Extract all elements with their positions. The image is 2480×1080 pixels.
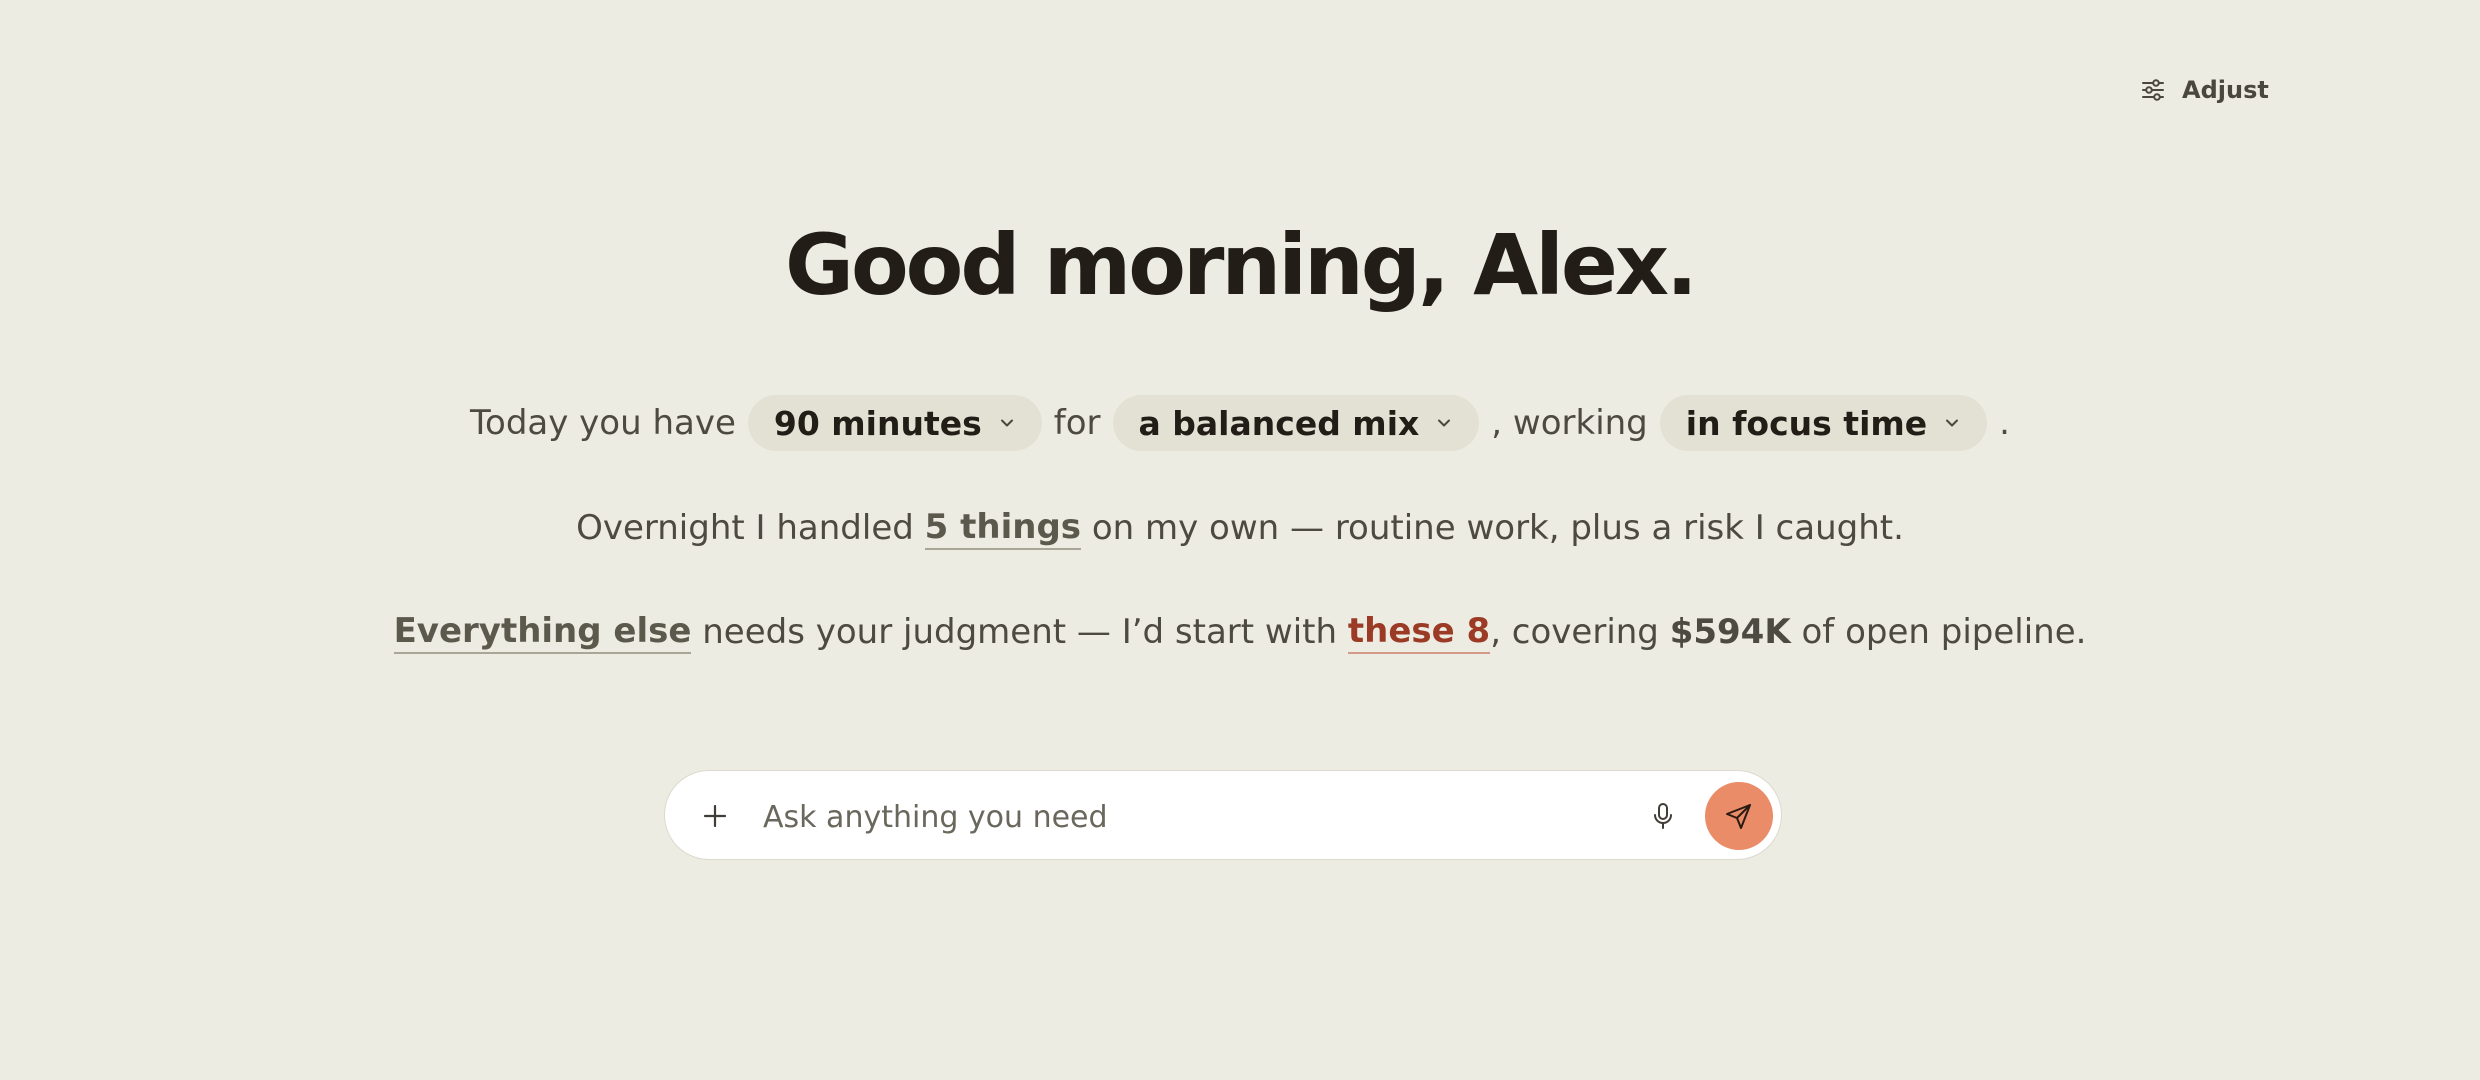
overnight-sentence: Overnight I handled 5 things on my own —…: [0, 500, 2480, 556]
plan-sentence: Today you have 90 minutes for a balanced…: [0, 394, 2480, 452]
ask-input[interactable]: [761, 791, 1585, 843]
plan-prefix: Today you have: [470, 403, 736, 443]
overnight-prefix: Overnight I handled: [576, 508, 925, 548]
judgment-sentence: Everything else needs your judgment — I’…: [0, 604, 2480, 660]
add-attachment-button[interactable]: [693, 794, 737, 838]
mix-value: a balanced mix: [1138, 403, 1420, 443]
send-button[interactable]: [1705, 782, 1773, 850]
plus-icon: [703, 804, 727, 828]
plan-working-word: , working: [1491, 403, 1648, 443]
chevron-down-icon: [1438, 419, 1451, 427]
chevron-down-icon: [1000, 419, 1013, 427]
adjust-button[interactable]: Adjust: [2140, 76, 2269, 104]
everything-else-link[interactable]: Everything else: [393, 611, 692, 654]
handled-things-link[interactable]: 5 things: [924, 507, 1082, 550]
mode-dropdown[interactable]: in focus time: [1659, 395, 1988, 451]
overnight-suffix: on my own — routine work, plus a risk I …: [1081, 508, 1904, 548]
mix-dropdown[interactable]: a balanced mix: [1112, 395, 1480, 451]
greeting-title: Good morning, Alex.: [785, 216, 1698, 314]
plan-for-word: for: [1053, 403, 1101, 443]
microphone-icon: [1654, 803, 1672, 829]
sliders-icon: [2140, 77, 2166, 103]
time-value: 90 minutes: [773, 403, 982, 443]
these-8-link[interactable]: these 8: [1347, 611, 1491, 654]
mode-value: in focus time: [1685, 403, 1928, 443]
send-icon: [1726, 804, 1751, 829]
judgment-covering: , covering: [1490, 612, 1670, 652]
ask-composer: [664, 770, 1782, 860]
chevron-down-icon: [1946, 419, 1959, 427]
judgment-middle: needs your judgment — I’d start with: [691, 612, 1348, 652]
plan-end: .: [1999, 403, 2010, 443]
time-dropdown[interactable]: 90 minutes: [747, 395, 1042, 451]
voice-input-button[interactable]: [1643, 796, 1683, 836]
judgment-suffix: of open pipeline.: [1790, 612, 2087, 652]
pipeline-amount: $594K: [1669, 612, 1791, 652]
adjust-label: Adjust: [2182, 76, 2269, 104]
